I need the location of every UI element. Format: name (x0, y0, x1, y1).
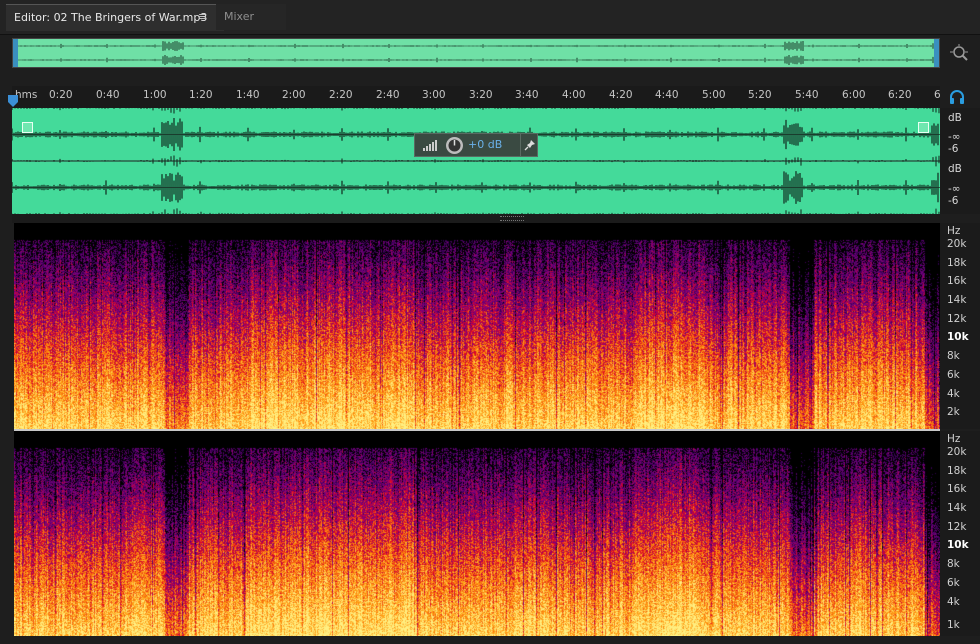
hz-label: 12k (947, 521, 967, 533)
hz-label: 6k (947, 577, 960, 589)
ruler-tick: 1:20 (189, 89, 213, 101)
hz-label: 6k (947, 369, 960, 381)
tab-editor[interactable]: Editor: 02 The Bringers of War.mp3 (6, 4, 224, 31)
spectrogram-canvas (14, 223, 940, 429)
hz-label: 14k (947, 502, 967, 514)
spectrogram-canvas (14, 431, 940, 636)
ruler-tick: 6:00 (842, 89, 866, 101)
hz-label: 10k (947, 331, 969, 343)
left-gutter (0, 223, 12, 636)
hz-label: 16k (947, 483, 967, 495)
overview-navigator[interactable] (12, 38, 940, 68)
ruler-tick: 0:20 (49, 89, 73, 101)
splitter-grip[interactable] (500, 216, 524, 221)
hz-label: 16k (947, 275, 967, 287)
hud-divider (520, 134, 521, 156)
db-label: -6 (948, 195, 959, 207)
ruler-tick: 0:40 (96, 89, 120, 101)
fade-out-handle[interactable] (918, 122, 929, 133)
waveform-display[interactable] (12, 108, 940, 214)
hz-label: 18k (947, 465, 967, 477)
overview-handle-left[interactable] (13, 39, 18, 67)
ruler-tick: 4:20 (609, 89, 633, 101)
tab-mixer-label: Mixer (224, 10, 255, 23)
overview-waveform (18, 41, 934, 65)
ruler-tick: 4:00 (562, 89, 586, 101)
db-unit-label: dB (948, 112, 962, 124)
db-scale: dB -∞ -6 dB -∞ -6 (940, 108, 980, 214)
waveform-graph (12, 108, 940, 214)
gain-knob[interactable] (445, 136, 464, 155)
ruler-tick: 2:20 (329, 89, 353, 101)
db-label: -∞ (948, 131, 961, 143)
hz-label: 10k (947, 539, 969, 551)
db-label: -6 (948, 143, 959, 155)
magnifier-zoom-icon[interactable] (948, 43, 970, 65)
level-meter-icon (423, 140, 437, 151)
ruler-tick: 5:40 (795, 89, 819, 101)
pin-icon[interactable] (524, 139, 536, 151)
ruler-tick: 2:00 (282, 89, 306, 101)
ruler-tick: 5:20 (748, 89, 772, 101)
ruler-tick: 2:40 (376, 89, 400, 101)
hz-label: 2k (947, 406, 960, 418)
ruler-tick: 3:20 (469, 89, 493, 101)
frequency-scale: Hz 20k 18k 16k 14k 12k 10k 8k 6k 4k 2k (940, 223, 980, 429)
ruler-tick: 3:00 (422, 89, 446, 101)
tab-editor-label: Editor: 02 The Bringers of War.mp3 (14, 11, 208, 24)
hz-label: 1k (947, 619, 960, 631)
hz-label: 20k (947, 446, 967, 458)
hz-label: 20k (947, 238, 967, 250)
gain-hud[interactable]: +0 dB (414, 133, 538, 157)
time-ruler[interactable]: hms 0:20 0:40 1:00 1:20 1:40 2:00 2:20 2… (12, 86, 941, 108)
spectral-display-channel-1[interactable] (14, 223, 940, 429)
ruler-tick: 4:40 (655, 89, 679, 101)
headphones-icon[interactable] (949, 89, 965, 105)
hz-label: 4k (947, 388, 960, 400)
db-label: -∞ (948, 183, 961, 195)
hz-label: 18k (947, 257, 967, 269)
db-unit-label: dB (948, 163, 962, 175)
panel-splitter[interactable] (12, 214, 940, 223)
hz-label: 14k (947, 294, 967, 306)
ruler-tick: 5:00 (702, 89, 726, 101)
hz-label: 12k (947, 313, 967, 325)
hz-unit-label: Hz (947, 225, 961, 237)
hz-label: 8k (947, 558, 960, 570)
ruler-tick: 1:00 (143, 89, 167, 101)
ruler-tick: 6:20 (888, 89, 912, 101)
fade-in-handle[interactable] (22, 122, 33, 133)
tab-mixer[interactable]: Mixer (216, 4, 286, 30)
ruler-tick: 6 (934, 89, 941, 101)
channel-divider (14, 429, 940, 431)
ruler-tick: 1:40 (236, 89, 260, 101)
overview-handle-right[interactable] (934, 39, 939, 67)
frequency-scale: Hz 20k 18k 16k 14k 12k 10k 8k 6k 4k 1k (940, 431, 980, 636)
ruler-tick: 3:40 (515, 89, 539, 101)
hz-label: 4k (947, 596, 960, 608)
spectral-display-channel-2[interactable] (14, 431, 940, 636)
hz-label: 8k (947, 350, 960, 362)
hz-unit-label: Hz (947, 433, 961, 445)
tab-menu-icon[interactable]: ≡ (198, 4, 207, 30)
gain-value[interactable]: +0 dB (468, 134, 502, 156)
ruler-unit-label: hms (15, 89, 38, 101)
playhead-marker[interactable] (8, 95, 18, 107)
